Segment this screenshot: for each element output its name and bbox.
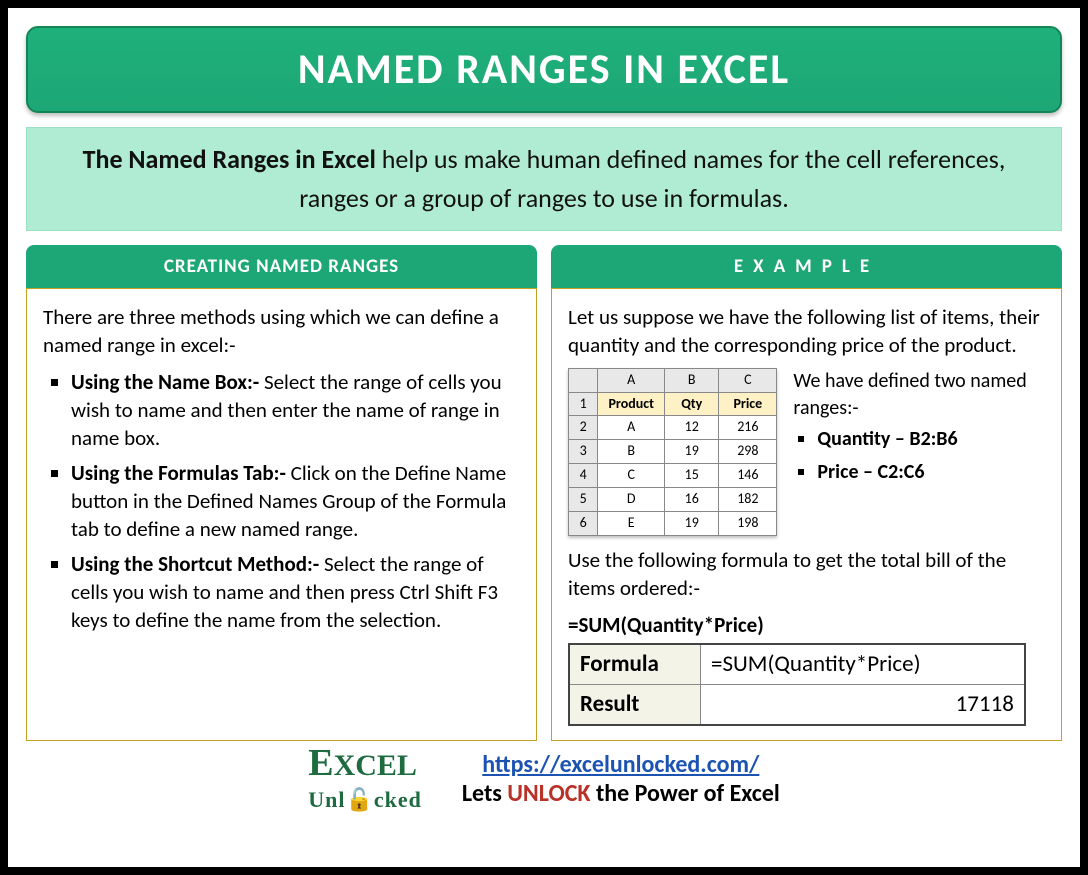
left-header: CREATING NAMED RANGES (26, 245, 537, 288)
list-item: Using the Shortcut Method:- Select the r… (71, 550, 520, 635)
corner-cell (569, 368, 598, 392)
site-link[interactable]: https://excelunlocked.com/ (482, 750, 759, 779)
use-lead: Use the following formula to get the tot… (568, 546, 1045, 603)
list-item: Using the Formulas Tab:- Click on the De… (71, 459, 520, 544)
right-body: Let us suppose we have the following lis… (551, 288, 1062, 741)
slogan: Lets UNLOCK the Power of Excel (462, 779, 780, 808)
list-item: Price – C2:C6 (817, 459, 1045, 486)
formula-inline: =SUM(Quantity*Price) (568, 612, 764, 638)
footer: EXCEL Unl🔓cked https://excelunlocked.com… (26, 747, 1062, 812)
left-lead: There are three methods using which we c… (43, 303, 520, 360)
intro-text: The Named Ranges in Excel help us make h… (26, 127, 1062, 231)
excel-grid: A B C 1 Product Qty Price 2A12216 3B1929… (568, 368, 777, 536)
list-item: Using the Name Box:- Select the range of… (71, 368, 520, 453)
col-header: C (719, 368, 777, 392)
col-header: A (598, 368, 665, 392)
right-column: EXAMPLE Let us suppose we have the follo… (551, 245, 1062, 741)
logo: EXCEL Unl🔓cked (308, 747, 422, 812)
defined-ranges: We have defined two named ranges:- Quant… (793, 368, 1045, 536)
intro-rest: help us make human defined names for the… (299, 143, 1005, 214)
right-header: EXAMPLE (551, 245, 1062, 288)
example-lead: Let us suppose we have the following lis… (568, 303, 1045, 360)
col-header: B (665, 368, 719, 392)
list-item: Quantity – B2:B6 (817, 426, 1045, 453)
page-title: NAMED RANGES IN EXCEL (26, 26, 1062, 113)
method-list: Using the Name Box:- Select the range of… (43, 368, 520, 635)
intro-bold: The Named Ranges in Excel (83, 143, 376, 175)
left-column: CREATING NAMED RANGES There are three me… (26, 245, 537, 741)
left-body: There are three methods using which we c… (26, 288, 537, 741)
formula-table: Formula=SUM(Quantity*Price) Result17118 (568, 643, 1026, 726)
